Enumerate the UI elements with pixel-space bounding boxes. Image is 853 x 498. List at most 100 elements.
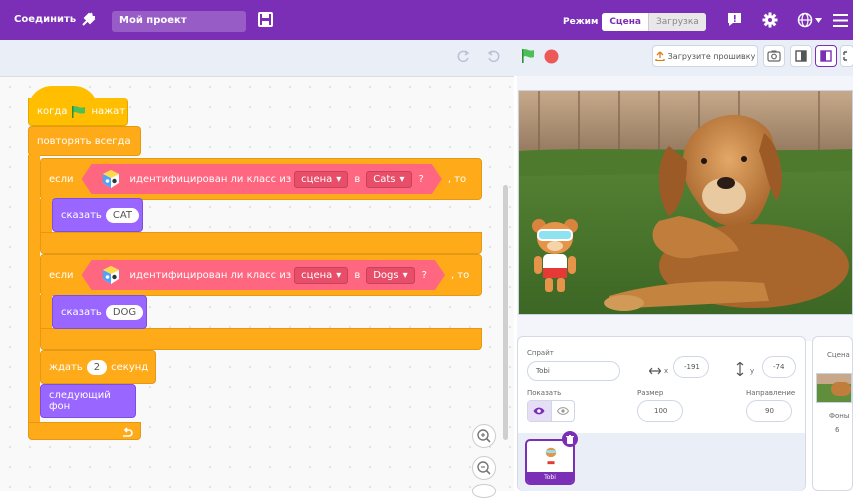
- next-backdrop-label: следующий фон: [49, 390, 111, 412]
- when-flag-clicked-block[interactable]: когда нажат: [28, 86, 128, 126]
- menu-bar: Соединить Мой проект Режим Сцена Загрузк…: [0, 0, 853, 40]
- green-flag-icon[interactable]: [521, 48, 535, 64]
- save-icon[interactable]: [258, 12, 273, 27]
- mode-label: Режим: [563, 17, 599, 27]
- ml-extension-icon: [100, 168, 122, 190]
- sprite-name-input[interactable]: Tobi: [527, 361, 620, 381]
- camera-button[interactable]: [763, 45, 785, 67]
- question-mark: ?: [418, 173, 424, 185]
- connect-button[interactable]: Соединить: [14, 14, 76, 25]
- backdrops-label: Фоны: [829, 412, 850, 420]
- upload-firmware-button[interactable]: Загрузите прошивку: [652, 45, 758, 67]
- dropdown-arrow-icon: ▾: [336, 173, 342, 185]
- chevron-down-icon[interactable]: [815, 18, 822, 23]
- source-dropdown[interactable]: сцена ▾: [294, 171, 348, 188]
- forever-label: повторять всегда: [37, 135, 131, 147]
- if-label: если: [49, 173, 74, 185]
- if-cats-header: если идентифицирован ли класс из сцена ▾ …: [40, 158, 482, 200]
- eye-slash-icon: [556, 407, 569, 415]
- y-arrows-icon: [736, 362, 744, 376]
- direction-label: Направление: [746, 389, 796, 397]
- sprite-label: Спрайт: [527, 349, 554, 357]
- size-label: Размер: [637, 389, 664, 397]
- zoom-out-button[interactable]: [472, 456, 496, 480]
- stop-icon[interactable]: [544, 49, 559, 64]
- ml-extension-icon: [100, 264, 122, 286]
- event-clicked-label: нажат: [91, 106, 126, 117]
- zoom-in-button[interactable]: [472, 424, 496, 448]
- small-stage-button[interactable]: [790, 45, 812, 67]
- tobi-thumb-image: [545, 447, 557, 465]
- wait-seconds-input[interactable]: 2: [86, 359, 108, 375]
- say-cat-input[interactable]: CAT: [105, 207, 139, 223]
- undo-icon[interactable]: [456, 50, 470, 64]
- large-stage-button[interactable]: [815, 45, 837, 67]
- upload-icon: [655, 51, 665, 61]
- project-name-input[interactable]: Мой проект: [112, 11, 246, 32]
- if-label: если: [49, 269, 74, 281]
- zoom-in-icon: [477, 429, 491, 443]
- feedback-icon[interactable]: [727, 12, 742, 27]
- plug-icon[interactable]: [80, 11, 97, 28]
- wait-label: ждать: [49, 361, 83, 373]
- trash-icon: [566, 434, 574, 444]
- dropdown-arrow-icon: ▾: [336, 269, 342, 281]
- dropdown-arrow-icon: ▾: [399, 173, 405, 185]
- workspace-scrollbar[interactable]: [503, 185, 508, 440]
- if-dogs-header: если идентифицирован ли класс из сцена ▾ …: [40, 254, 482, 296]
- source-dropdown[interactable]: сцена ▾: [294, 267, 348, 284]
- dropdown-arrow-icon: ▾: [402, 269, 408, 281]
- gear-icon[interactable]: [762, 12, 778, 28]
- globe-icon[interactable]: [797, 12, 813, 28]
- say-dog-block[interactable]: сказать DOG: [52, 295, 147, 329]
- fullscreen-icon: [843, 51, 847, 61]
- sprite-thumb-name: Tobi: [527, 472, 573, 483]
- show-button[interactable]: [528, 401, 551, 421]
- hide-button[interactable]: [550, 401, 574, 421]
- stage-panel[interactable]: Сцена Фоны 6: [812, 336, 853, 491]
- backdrops-count: 6: [835, 426, 840, 434]
- question-mark: ?: [421, 269, 427, 281]
- stage-canvas[interactable]: [518, 90, 853, 315]
- zoom-reset-button[interactable]: [472, 484, 496, 498]
- in-label: в: [354, 173, 361, 185]
- source-value: сцена: [301, 173, 333, 185]
- then-label: , то: [450, 269, 470, 281]
- redo-icon[interactable]: [487, 50, 501, 64]
- say-label: сказать: [61, 306, 102, 318]
- mode-stage-tab[interactable]: Сцена: [602, 13, 648, 31]
- zoom-out-icon: [477, 461, 491, 475]
- wait-block[interactable]: ждать 2 секунд: [40, 350, 156, 384]
- forever-header: повторять всегда: [28, 126, 141, 156]
- mode-upload-tab[interactable]: Загрузка: [648, 13, 706, 31]
- direction-input[interactable]: 90: [746, 400, 792, 422]
- size-input[interactable]: 100: [637, 400, 683, 422]
- say-dog-input[interactable]: DOG: [105, 304, 144, 320]
- say-cat-block[interactable]: сказать CAT: [52, 198, 143, 232]
- class-dropdown[interactable]: Dogs ▾: [366, 267, 414, 284]
- source-value: сцена: [301, 269, 333, 281]
- sprite-list: Tobi: [518, 431, 805, 491]
- then-label: , то: [447, 173, 467, 185]
- camera-icon: [767, 50, 781, 62]
- next-backdrop-block[interactable]: следующий фон: [40, 384, 136, 418]
- backdrop-thumbnail[interactable]: [816, 373, 852, 403]
- x-arrows-icon: [649, 367, 661, 375]
- menu-icon[interactable]: [833, 14, 848, 27]
- mode-switch: Режим Сцена Загрузка: [563, 12, 706, 32]
- sprite-info-panel: Спрайт Tobi x -191 y -74 Показать Размер…: [517, 336, 806, 491]
- y-position-input[interactable]: -74: [762, 356, 796, 378]
- visibility-toggle: [527, 400, 575, 422]
- in-label: в: [354, 269, 361, 281]
- eye-icon: [533, 407, 545, 415]
- stage-panel-title: Сцена: [827, 351, 850, 359]
- small-stage-icon: [795, 50, 807, 62]
- loop-arrow-icon: [123, 427, 133, 437]
- class-dropdown[interactable]: Cats ▾: [366, 171, 411, 188]
- x-position-input[interactable]: -191: [673, 356, 709, 378]
- event-when-label: когда: [37, 106, 68, 117]
- tobi-sprite[interactable]: [529, 216, 581, 298]
- fullscreen-button[interactable]: [840, 45, 853, 67]
- delete-sprite-button[interactable]: [562, 431, 578, 447]
- class-question-text: идентифицирован ли класс из: [129, 173, 292, 185]
